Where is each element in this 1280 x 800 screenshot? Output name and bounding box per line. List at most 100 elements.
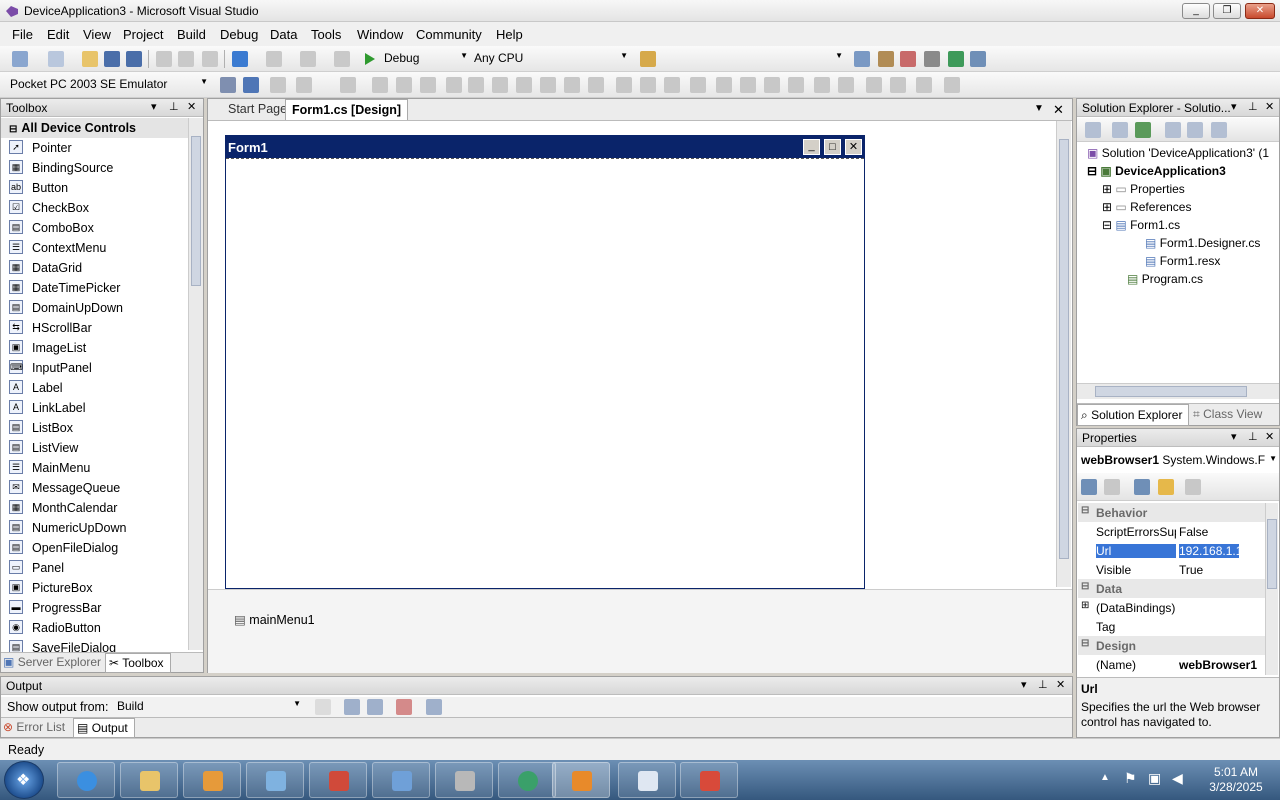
object-selector[interactable]: webBrowser1 System.Windows.F ▼	[1077, 449, 1279, 471]
mainmenu1-component[interactable]: ▤ mainMenu1	[234, 612, 315, 627]
property-row[interactable]: ScriptErrorsSup False	[1078, 522, 1268, 541]
align-bottoms-icon[interactable]	[446, 77, 462, 93]
properties-window-icon[interactable]	[878, 51, 894, 67]
target-device-select[interactable]: Pocket PC 2003 SE Emulator ▼	[6, 75, 210, 94]
tree-form1-cs[interactable]: ⊟ ▤ Form1.cs	[1102, 218, 1180, 232]
taskbar-visual-studio[interactable]	[552, 762, 610, 798]
decrease-spacing-icon[interactable]	[616, 77, 632, 93]
property-row[interactable]: Tag	[1078, 617, 1268, 636]
align-middles-icon[interactable]	[420, 77, 436, 93]
property-category[interactable]: ⊟ Design	[1078, 636, 1268, 655]
split-cells-icon[interactable]	[890, 77, 906, 93]
increase-spacing-icon[interactable]	[588, 77, 604, 93]
properties-scrollbar[interactable]	[1265, 503, 1278, 675]
taskbar-explorer[interactable]	[120, 762, 178, 798]
property-pages-icon[interactable]	[1185, 479, 1201, 495]
output-tab[interactable]: ▤ Output	[73, 718, 135, 738]
solution-platform-select[interactable]: Any CPU ▼	[470, 49, 630, 68]
properties-icon[interactable]	[1085, 122, 1101, 138]
find-combo[interactable]: ▼	[660, 49, 845, 68]
insert-column-icon[interactable]	[944, 77, 960, 93]
merge-cells-icon[interactable]	[866, 77, 882, 93]
tree-form1-resx[interactable]: ▤ Form1.resx	[1145, 254, 1220, 268]
tab-start-page[interactable]: Start Page	[222, 99, 293, 120]
solution-configuration-select[interactable]: Debug ▼	[380, 49, 470, 68]
center-horizontally-icon[interactable]	[690, 77, 706, 93]
toolbox-group-header[interactable]: ⊟ All Device Controls	[1, 118, 189, 138]
property-row[interactable]: Visible True	[1078, 560, 1268, 579]
show-all-files-icon[interactable]	[1112, 122, 1128, 138]
property-category[interactable]: ⊟ Data	[1078, 579, 1268, 598]
undo-icon[interactable]	[232, 51, 248, 67]
remove-spacing-icon[interactable]	[640, 77, 656, 93]
events-icon[interactable]	[1158, 479, 1174, 495]
action-center-icon[interactable]: ⚑	[1124, 770, 1137, 787]
window-position-icon[interactable]: ▾	[1231, 100, 1237, 113]
bring-to-front-icon[interactable]	[740, 77, 756, 93]
find-message-icon[interactable]	[315, 699, 331, 715]
start-page-icon[interactable]	[948, 51, 964, 67]
menu-build[interactable]: Build	[177, 27, 206, 42]
minimize-button[interactable]: _	[1182, 3, 1210, 19]
network-icon[interactable]: ▣	[1148, 770, 1161, 787]
close-panel-icon[interactable]: ✕	[1056, 678, 1065, 691]
view-designer-icon[interactable]	[1187, 122, 1203, 138]
vertical-spacing-icon[interactable]	[664, 77, 680, 93]
solution-explorer-tab[interactable]: ⌕ Solution Explorer	[1077, 404, 1189, 426]
hscrollbar-thumb[interactable]	[1095, 386, 1247, 397]
toolbox-tab[interactable]: ✂ Toolbox	[105, 653, 171, 673]
taskbar-office[interactable]	[680, 762, 738, 798]
volume-icon[interactable]: ◀	[1172, 770, 1183, 787]
output-source-select[interactable]: Build ▼	[113, 697, 303, 716]
menu-community[interactable]: Community	[416, 27, 482, 42]
menu-data[interactable]: Data	[270, 27, 297, 42]
horizontal-spacing-icon[interactable]	[564, 77, 580, 93]
close-panel-icon[interactable]: ✕	[1265, 100, 1274, 113]
tree-project[interactable]: ⊟ ▣ DeviceApplication3	[1087, 164, 1226, 178]
previous-message-icon[interactable]	[344, 699, 360, 715]
more-windows-icon[interactable]	[970, 51, 986, 67]
center-vertically-icon[interactable]	[716, 77, 732, 93]
find-in-files-icon[interactable]	[640, 51, 656, 67]
save-all-icon[interactable]	[126, 51, 142, 67]
cut-icon[interactable]	[156, 51, 172, 67]
size-to-grid-icon[interactable]	[540, 77, 556, 93]
window-position-icon[interactable]: ▾	[1231, 430, 1237, 443]
tree-program-cs[interactable]: ▤ Program.cs	[1127, 272, 1203, 286]
property-category[interactable]: ⊟ Behavior	[1078, 503, 1268, 522]
scrollbar-thumb[interactable]	[191, 136, 201, 286]
properties-scrollbar-thumb[interactable]	[1267, 519, 1277, 589]
view-code-icon[interactable]	[1165, 122, 1181, 138]
menu-tools[interactable]: Tools	[311, 27, 341, 42]
copy-icon[interactable]	[178, 51, 194, 67]
menu-view[interactable]: View	[83, 27, 111, 42]
close-panel-icon[interactable]: ✕	[187, 100, 196, 113]
make-same-height-icon[interactable]	[492, 77, 508, 93]
start-debugging-icon[interactable]	[364, 52, 376, 66]
auto-hide-pin-icon[interactable]: ⊥	[169, 100, 179, 113]
server-explorer-tab[interactable]: ▣ Server Explorer	[3, 655, 101, 669]
make-same-size-icon[interactable]	[516, 77, 532, 93]
form1-window[interactable]: Form1 _ □ ✕	[225, 135, 865, 589]
property-row[interactable]: (DataBindings) ⊞	[1078, 598, 1268, 617]
taskbar-ie[interactable]	[57, 762, 115, 798]
menu-project[interactable]: Project	[123, 27, 163, 42]
window-position-icon[interactable]: ▾	[1021, 678, 1027, 691]
insert-row-icon[interactable]	[916, 77, 932, 93]
menu-edit[interactable]: Edit	[47, 27, 69, 42]
align-tops-icon[interactable]	[396, 77, 412, 93]
taskbar-control-panel[interactable]	[372, 762, 430, 798]
close-panel-icon[interactable]: ✕	[1265, 430, 1274, 443]
solution-hscrollbar[interactable]	[1077, 383, 1279, 399]
lock-controls-icon[interactable]	[814, 77, 830, 93]
menu-help[interactable]: Help	[496, 27, 523, 42]
add-item-icon[interactable]	[48, 51, 64, 67]
auto-hide-pin-icon[interactable]: ⊥	[1038, 678, 1048, 691]
tab-form1-design[interactable]: Form1.cs [Design]	[285, 99, 409, 120]
taskbar-utility[interactable]	[435, 762, 493, 798]
format-options-icon[interactable]	[838, 77, 854, 93]
open-folder-icon[interactable]	[82, 51, 98, 67]
align-centers-icon[interactable]	[340, 77, 356, 93]
align-rights-icon[interactable]	[372, 77, 388, 93]
show-hidden-icons-icon[interactable]: ▲	[1100, 772, 1110, 783]
